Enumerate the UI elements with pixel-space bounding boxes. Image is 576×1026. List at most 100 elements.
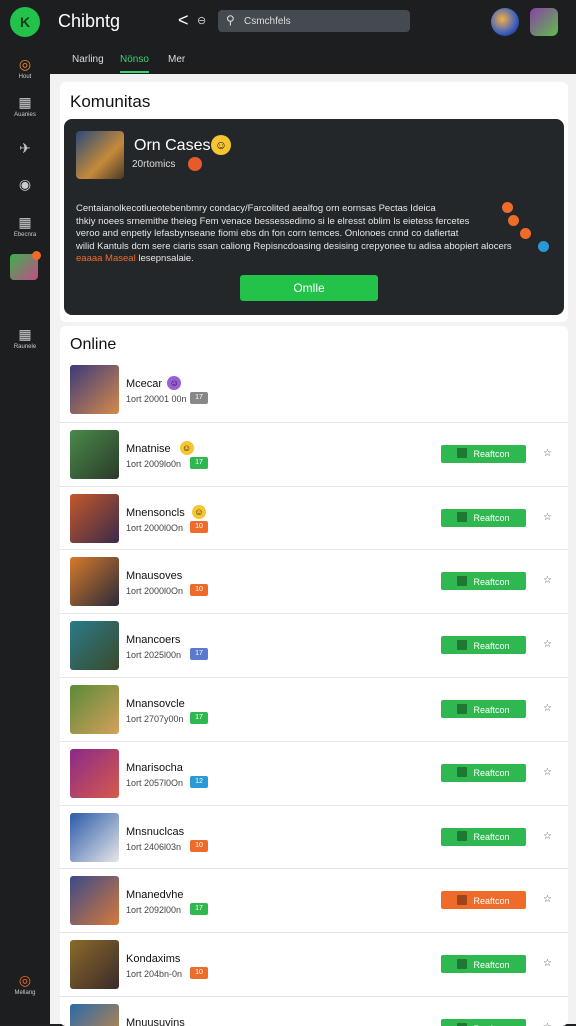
community-card: Komunitas Orn Cases ☺ 20rtomics Centaian… [60, 82, 568, 322]
sidebar-game-thumbnail[interactable] [10, 254, 38, 280]
reaction-label: Reaftcon [473, 641, 509, 651]
star-icon[interactable]: ☆ [543, 767, 552, 778]
tab-2[interactable]: Mer [168, 54, 185, 65]
reaction-button[interactable]: Reaftcon [441, 891, 526, 909]
highlight-text[interactable]: eaaaa Maseal [76, 253, 136, 264]
reaction-button[interactable]: Reaftcon [441, 700, 526, 718]
top-bar: K Chibntg < ⊖ ⚲ [0, 0, 576, 44]
star-icon[interactable]: ☆ [543, 958, 552, 969]
user-avatar[interactable] [491, 8, 519, 36]
game-thumbnail[interactable] [70, 494, 119, 543]
game-thumbnail[interactable] [70, 685, 119, 734]
item-meta: 1ort 2092l00n [126, 905, 181, 915]
sidebar-icon: ◎ [0, 56, 50, 72]
reaction-button[interactable]: Reaftcon [441, 509, 526, 527]
star-icon[interactable]: ☆ [543, 1022, 552, 1026]
item-name[interactable]: Mnatnise [126, 443, 171, 455]
list-item[interactable]: Mnansovcle1ort 2707y00n17Reaftcon☆ [60, 677, 568, 741]
list-item[interactable]: Mnancoers1ort 2025l00n17Reaftcon☆ [60, 613, 568, 677]
info-badge-icon [502, 202, 513, 213]
reaction-button[interactable]: Reaftcon [441, 572, 526, 590]
info-badge-icon [520, 228, 531, 239]
list-item[interactable]: Mnanedvhe1ort 2092l00n17Reaftcon☆ [60, 868, 568, 932]
list-item[interactable]: Mnatnise☺1ort 2009lo0n17Reaftcon☆ [60, 422, 568, 486]
sidebar-item-games[interactable]: ▦Auanies [0, 94, 50, 118]
sidebar-item-twitter[interactable]: ✈ [0, 140, 50, 158]
sidebar-icon: ▦ [0, 94, 50, 110]
game-title[interactable]: Orn Cases [134, 137, 210, 155]
item-name[interactable]: Mnancoers [126, 634, 180, 646]
sidebar-item-more[interactable]: ▦Raunele [0, 326, 50, 350]
item-name[interactable]: Mnuusuvins [126, 1017, 185, 1026]
game-thumbnail[interactable] [70, 876, 119, 925]
featured-game-card: Orn Cases ☺ 20rtomics Centaianolkecotlue… [64, 119, 564, 315]
item-meta: 1ort 204bn-0n [126, 969, 182, 979]
star-icon[interactable]: ☆ [543, 639, 552, 650]
reaction-button[interactable]: Reaftcon [441, 636, 526, 654]
item-name[interactable]: Mcecar [126, 378, 162, 390]
app-logo[interactable]: K [10, 7, 40, 37]
sidebar-item-chat[interactable]: ◉ [0, 176, 50, 194]
game-thumbnail[interactable] [70, 749, 119, 798]
game-thumbnail[interactable] [70, 1004, 119, 1026]
main-content: Komunitas Orn Cases ☺ 20rtomics Centaian… [50, 74, 576, 1024]
reaction-button[interactable]: Reaftcon [441, 764, 526, 782]
game-mini-icon [457, 959, 467, 969]
item-meta: 1ort 2406l03n [126, 842, 181, 852]
reaction-label: Reaftcon [473, 768, 509, 778]
game-thumbnail[interactable] [70, 430, 119, 479]
item-name[interactable]: Mnarisocha [126, 762, 183, 774]
nav-minus-icon[interactable]: ⊖ [197, 14, 206, 27]
description-line: eaaaa Maseal lesepnsalaie. [76, 253, 536, 266]
game-mini-icon [457, 704, 467, 714]
sidebar-item-profile[interactable]: ◎Mellang [0, 972, 50, 996]
emoji-icon: ☺ [180, 441, 194, 455]
reaction-label: Reaftcon [473, 513, 509, 523]
star-icon[interactable]: ☆ [543, 575, 552, 586]
online-list-card: Online Mcecar☺1ort 20001 00n17Mnatnise☺1… [60, 326, 568, 1026]
reaction-button[interactable]: Reaftcon [441, 955, 526, 973]
reaction-button[interactable]: Reaftcon [441, 445, 526, 463]
list-item[interactable]: Kondaxims1ort 204bn-0n10Reaftcon☆ [60, 932, 568, 996]
description-line: wilid Kantuls dcm sere ciaris ssan calio… [76, 241, 536, 254]
star-icon[interactable]: ☆ [543, 703, 552, 714]
item-name[interactable]: Kondaxims [126, 953, 180, 965]
search-input[interactable] [244, 13, 404, 29]
list-item[interactable]: Mnuusuvins Reaftcon ☆ [60, 996, 568, 1026]
reaction-button[interactable]: Reaftcon [441, 828, 526, 846]
item-name[interactable]: Mnausoves [126, 570, 182, 582]
game-thumbnail[interactable] [70, 365, 119, 414]
star-icon[interactable]: ☆ [543, 831, 552, 842]
game-thumbnail[interactable] [70, 621, 119, 670]
count-badge: 10 [190, 840, 208, 852]
sidebar-label: Mellang [0, 990, 50, 996]
list-item[interactable]: Mnsnuclcas 1ort 2406l03n 10 Reaftcon ☆ [60, 805, 568, 869]
tab-1[interactable]: Nönso [120, 54, 149, 65]
star-icon[interactable]: ☆ [543, 894, 552, 905]
item-name[interactable]: Mnsnuclcas [126, 826, 184, 838]
item-name[interactable]: Mnensoncls [126, 507, 185, 519]
game-thumbnail[interactable] [70, 557, 119, 606]
list-item[interactable]: Mnausoves1ort 2000l0On10Reaftcon☆ [60, 549, 568, 613]
back-arrow-icon[interactable]: < [178, 10, 189, 31]
game-thumbnail[interactable] [70, 813, 119, 862]
reaction-button[interactable]: Reaftcon [441, 1019, 526, 1026]
online-button[interactable]: Omlle [240, 275, 378, 301]
tab-0[interactable]: Narling [72, 54, 104, 65]
star-icon[interactable]: ☆ [543, 448, 552, 459]
list-item[interactable]: Mcecar☺1ort 20001 00n17 [60, 358, 568, 421]
sidebar-item-home[interactable]: ◎Hout [0, 56, 50, 80]
item-name[interactable]: Mnanedvhe [126, 889, 184, 901]
list-item[interactable]: Mnensoncls☺1ort 2000l0On10Reaftcon☆ [60, 486, 568, 550]
search-icon: ⚲ [226, 13, 235, 27]
star-icon[interactable]: ☆ [543, 512, 552, 523]
search-bar[interactable]: ⚲ [218, 10, 410, 32]
secondary-avatar[interactable] [530, 8, 558, 36]
app-title: Chibntg [58, 11, 120, 32]
game-thumbnail[interactable] [76, 131, 124, 179]
game-thumbnail[interactable] [70, 940, 119, 989]
sidebar-item-explore[interactable]: ▦Ebecnra [0, 214, 50, 238]
reaction-label: Reaftcon [473, 449, 509, 459]
item-name[interactable]: Mnansovcle [126, 698, 185, 710]
list-item[interactable]: Mnarisocha1ort 2057l0On12Reaftcon☆ [60, 741, 568, 805]
